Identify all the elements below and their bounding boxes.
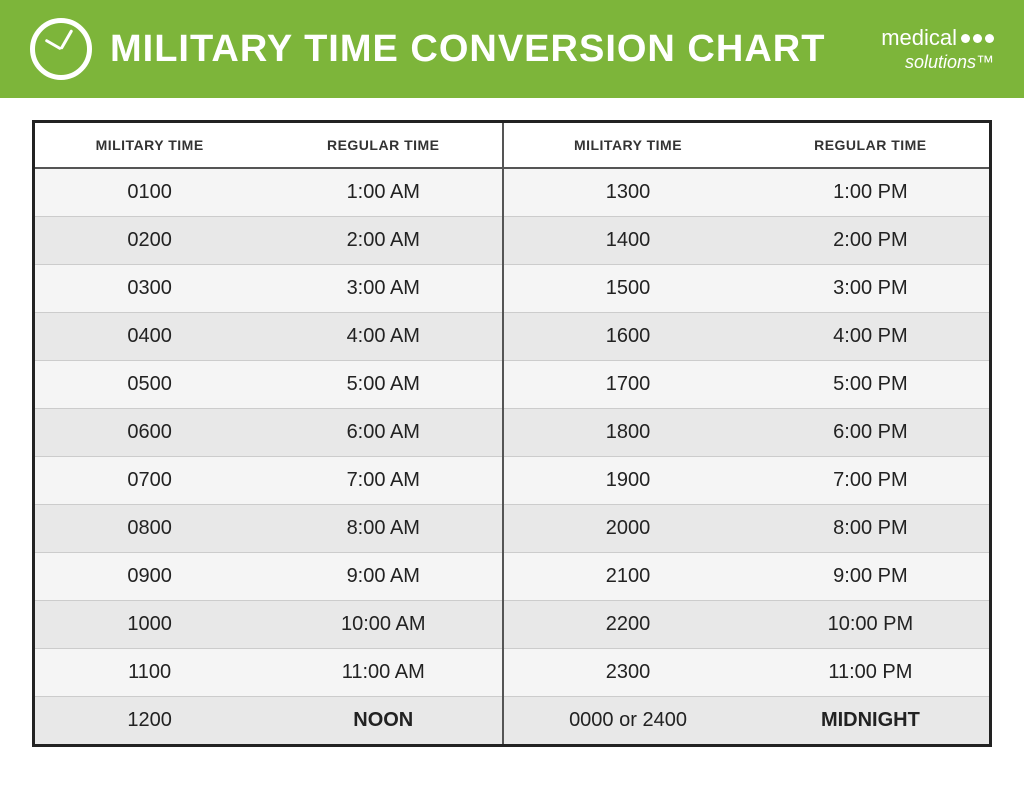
header-row: MILITARY TIME REGULAR TIME MILITARY TIME… (35, 123, 989, 168)
brand-logo: medical solutions™ (881, 25, 994, 72)
cell-r11-c3: MIDNIGHT (752, 697, 989, 745)
col-regular-2: REGULAR TIME (752, 123, 989, 168)
cell-r6-c3: 7:00 PM (752, 457, 989, 505)
cell-r0-c2: 1300 (503, 168, 752, 217)
cell-r0-c1: 1:00 AM (264, 168, 503, 217)
cell-r11-c2: 0000 or 2400 (503, 697, 752, 745)
conversion-table-wrapper: MILITARY TIME REGULAR TIME MILITARY TIME… (32, 120, 992, 747)
cell-r5-c1: 6:00 AM (264, 409, 503, 457)
table-row: 09009:00 AM21009:00 PM (35, 553, 989, 601)
col-military-2: MILITARY TIME (503, 123, 752, 168)
cell-r3-c2: 1600 (503, 313, 752, 361)
cell-r8-c2: 2100 (503, 553, 752, 601)
cell-r6-c1: 7:00 AM (264, 457, 503, 505)
page-title: MILITARY TIME CONVERSION CHART (110, 28, 825, 71)
page-header: MILITARY TIME CONVERSION CHART medical s… (0, 0, 1024, 98)
cell-r4-c1: 5:00 AM (264, 361, 503, 409)
brand-solutions: solutions™ (905, 52, 994, 73)
cell-r4-c2: 1700 (503, 361, 752, 409)
cell-r4-c0: 0500 (35, 361, 264, 409)
brand-name-row: medical (881, 25, 994, 51)
cell-r1-c0: 0200 (35, 217, 264, 265)
cell-r9-c3: 10:00 PM (752, 601, 989, 649)
table-body: 01001:00 AM13001:00 PM02002:00 AM14002:0… (35, 168, 989, 744)
brand-dots (961, 34, 994, 43)
table-row: 100010:00 AM220010:00 PM (35, 601, 989, 649)
cell-r11-c0: 1200 (35, 697, 264, 745)
cell-r3-c3: 4:00 PM (752, 313, 989, 361)
cell-r9-c2: 2200 (503, 601, 752, 649)
clock-icon (30, 18, 92, 80)
table-header: MILITARY TIME REGULAR TIME MILITARY TIME… (35, 123, 989, 168)
table-row: 06006:00 AM18006:00 PM (35, 409, 989, 457)
cell-r2-c1: 3:00 AM (264, 265, 503, 313)
table-row: 01001:00 AM13001:00 PM (35, 168, 989, 217)
cell-r10-c0: 1100 (35, 649, 264, 697)
table-row: 04004:00 AM16004:00 PM (35, 313, 989, 361)
brand-solutions-row: solutions™ (905, 52, 994, 73)
cell-r5-c3: 6:00 PM (752, 409, 989, 457)
cell-r7-c0: 0800 (35, 505, 264, 553)
cell-r10-c1: 11:00 AM (264, 649, 503, 697)
cell-r2-c0: 0300 (35, 265, 264, 313)
cell-r1-c2: 1400 (503, 217, 752, 265)
clock-hour-hand (45, 39, 62, 51)
cell-r1-c3: 2:00 PM (752, 217, 989, 265)
cell-r10-c3: 11:00 PM (752, 649, 989, 697)
col-regular-1: REGULAR TIME (264, 123, 503, 168)
header-left: MILITARY TIME CONVERSION CHART (30, 18, 825, 80)
cell-r9-c1: 10:00 AM (264, 601, 503, 649)
cell-r8-c3: 9:00 PM (752, 553, 989, 601)
cell-r9-c0: 1000 (35, 601, 264, 649)
table-row: 02002:00 AM14002:00 PM (35, 217, 989, 265)
cell-r1-c1: 2:00 AM (264, 217, 503, 265)
cell-r5-c2: 1800 (503, 409, 752, 457)
conversion-table: MILITARY TIME REGULAR TIME MILITARY TIME… (35, 123, 989, 744)
col-military-1: MILITARY TIME (35, 123, 264, 168)
table-row: 07007:00 AM19007:00 PM (35, 457, 989, 505)
table-row: 1200NOON0000 or 2400MIDNIGHT (35, 697, 989, 745)
brand-dot-2 (973, 34, 982, 43)
cell-r7-c1: 8:00 AM (264, 505, 503, 553)
brand-name: medical (881, 25, 957, 51)
cell-r3-c1: 4:00 AM (264, 313, 503, 361)
clock-minute-hand (60, 29, 74, 50)
table-row: 08008:00 AM20008:00 PM (35, 505, 989, 553)
cell-r4-c3: 5:00 PM (752, 361, 989, 409)
cell-r6-c0: 0700 (35, 457, 264, 505)
table-row: 110011:00 AM230011:00 PM (35, 649, 989, 697)
cell-r8-c0: 0900 (35, 553, 264, 601)
cell-r7-c2: 2000 (503, 505, 752, 553)
cell-r11-c1: NOON (264, 697, 503, 745)
brand-dot-1 (961, 34, 970, 43)
cell-r2-c3: 3:00 PM (752, 265, 989, 313)
brand-dot-3 (985, 34, 994, 43)
cell-r10-c2: 2300 (503, 649, 752, 697)
table-row: 03003:00 AM15003:00 PM (35, 265, 989, 313)
cell-r0-c3: 1:00 PM (752, 168, 989, 217)
table-row: 05005:00 AM17005:00 PM (35, 361, 989, 409)
cell-r3-c0: 0400 (35, 313, 264, 361)
cell-r6-c2: 1900 (503, 457, 752, 505)
cell-r8-c1: 9:00 AM (264, 553, 503, 601)
cell-r7-c3: 8:00 PM (752, 505, 989, 553)
cell-r5-c0: 0600 (35, 409, 264, 457)
cell-r0-c0: 0100 (35, 168, 264, 217)
cell-r2-c2: 1500 (503, 265, 752, 313)
